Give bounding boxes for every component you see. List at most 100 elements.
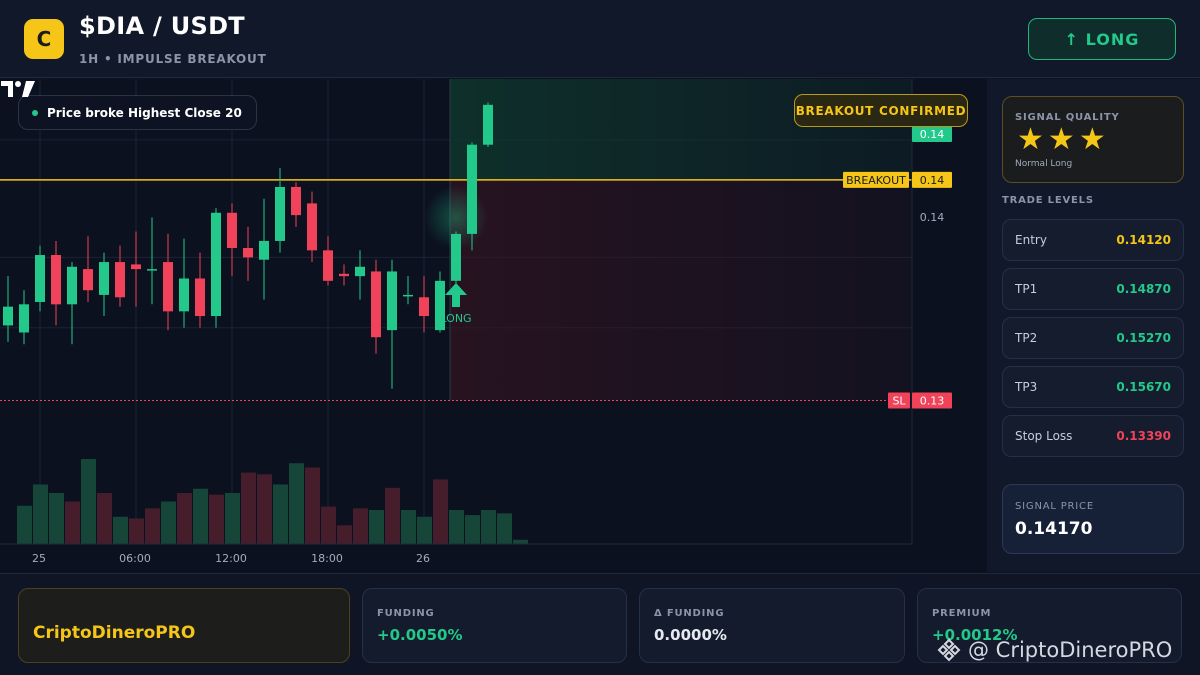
long-marker-label: LONG bbox=[440, 312, 471, 325]
price-axis-label: 0.14 bbox=[920, 211, 945, 224]
time-tick-label: 25 bbox=[32, 552, 46, 565]
volume-bar bbox=[65, 501, 80, 544]
pair-title: $DIA / USDT bbox=[79, 12, 245, 40]
time-tick-label: 06:00 bbox=[119, 552, 151, 565]
trade-level-value: 0.15670 bbox=[1116, 380, 1171, 394]
volume-bar bbox=[449, 510, 464, 544]
candle-body bbox=[355, 266, 365, 277]
volume-bar bbox=[369, 510, 384, 544]
volume-bar bbox=[209, 494, 224, 544]
volume-bar bbox=[385, 487, 400, 544]
delta-funding-label: Δ FUNDING bbox=[654, 608, 725, 619]
breakout-confirmed-badge: BREAKOUT CONFIRMED bbox=[794, 94, 968, 127]
volume-bar bbox=[257, 474, 272, 544]
footer: CriptoDineroPRO FUNDING +0.0050% Δ FUNDI… bbox=[0, 573, 1200, 675]
volume-bar bbox=[33, 484, 48, 544]
candle-body bbox=[3, 306, 13, 326]
signal-quality-card: SIGNAL QUALITY ★ ★ ★ Normal Long bbox=[1002, 96, 1184, 183]
trade-level-value: 0.13390 bbox=[1116, 429, 1171, 443]
candle-body bbox=[259, 240, 269, 260]
trade-level-name: Stop Loss bbox=[1015, 429, 1073, 443]
quality-stars: ★ ★ ★ bbox=[1017, 123, 1106, 157]
candle-body bbox=[195, 278, 205, 317]
candle-body bbox=[99, 262, 109, 295]
candle-body bbox=[243, 247, 253, 258]
premium-label: PREMIUM bbox=[932, 608, 992, 619]
candle-body bbox=[163, 262, 173, 312]
long-button[interactable]: ↑ LONG bbox=[1028, 18, 1176, 60]
trade-level-name: Entry bbox=[1015, 233, 1047, 247]
header: C $DIA / USDT 1H • IMPULSE BREAKOUT ↑ LO… bbox=[0, 0, 1200, 78]
volume-bar bbox=[113, 516, 128, 544]
risk-zone bbox=[450, 179, 912, 401]
candle-body bbox=[291, 186, 301, 216]
candle-body bbox=[371, 271, 381, 338]
volume-bar bbox=[321, 506, 336, 544]
candle-body bbox=[275, 186, 285, 241]
breakout-note-text: Price broke Highest Close 20 bbox=[47, 105, 242, 120]
candle-body bbox=[451, 233, 461, 281]
candle-body bbox=[147, 269, 157, 271]
price-chart[interactable]: LONG BREAKOUT 0.14 SL 0.13 0.14 0.14 25 06:00 12:… bbox=[0, 79, 986, 572]
watermark: @ CriptoDineroPRO bbox=[936, 637, 1172, 663]
candle-body bbox=[339, 273, 349, 277]
volume-bar bbox=[353, 508, 368, 544]
volume-bar bbox=[401, 510, 416, 544]
volume-bar bbox=[177, 493, 192, 544]
volume-bar bbox=[289, 463, 304, 544]
breakout-price-tag: 0.14 bbox=[920, 174, 945, 187]
candle-body bbox=[115, 262, 125, 298]
volume-bar bbox=[161, 501, 176, 544]
pair-subtitle: 1H • IMPULSE BREAKOUT bbox=[79, 52, 267, 66]
volume-bar bbox=[225, 493, 240, 544]
app-logo: C bbox=[24, 19, 64, 59]
trade-level-name: TP3 bbox=[1015, 380, 1038, 394]
volume-bar bbox=[97, 493, 112, 544]
time-tick-label: 18:00 bbox=[311, 552, 343, 565]
tradingview-logo-icon bbox=[1, 81, 35, 97]
volume-bar bbox=[417, 516, 432, 544]
trade-level-value: 0.14120 bbox=[1116, 233, 1171, 247]
star-icon: ★ bbox=[1047, 122, 1075, 157]
candle-body bbox=[467, 144, 477, 234]
volume-bar bbox=[17, 505, 32, 544]
volume-bar bbox=[513, 539, 528, 544]
current-price-tag: 0.14 bbox=[920, 128, 945, 141]
volume-bar bbox=[145, 508, 160, 544]
trade-level-row: TP3 0.15670 bbox=[1002, 366, 1184, 408]
volume-bar bbox=[481, 510, 496, 544]
candle-body bbox=[51, 255, 61, 305]
candle-body bbox=[227, 212, 237, 248]
candle-body bbox=[307, 203, 317, 251]
status-dot-icon bbox=[32, 109, 38, 116]
candle-body bbox=[419, 297, 429, 317]
volume-bar bbox=[273, 484, 288, 544]
trade-levels-title: TRADE LEVELS bbox=[1002, 195, 1094, 206]
signal-quality-sub: Normal Long bbox=[1015, 159, 1073, 169]
candle-body bbox=[83, 269, 93, 291]
funding-label: FUNDING bbox=[377, 608, 435, 619]
delta-funding-card: Δ FUNDING 0.0000% bbox=[639, 588, 905, 663]
volume-bar bbox=[193, 488, 208, 544]
candlestick-chart[interactable]: LONG BREAKOUT 0.14 SL 0.13 0.14 0.14 25 06:00 12:… bbox=[0, 79, 986, 572]
brand-card: CriptoDineroPRO bbox=[18, 588, 350, 663]
delta-funding-value: 0.0000% bbox=[654, 626, 727, 644]
candle-body bbox=[387, 271, 397, 331]
volume-bar bbox=[465, 515, 480, 544]
candle-body bbox=[323, 250, 333, 281]
funding-value: +0.0050% bbox=[377, 626, 463, 644]
volume-bar bbox=[49, 493, 64, 544]
trade-level-name: TP2 bbox=[1015, 331, 1038, 345]
candle-body bbox=[67, 266, 77, 305]
brand-name: CriptoDineroPRO bbox=[33, 623, 196, 643]
candle-body bbox=[35, 255, 45, 302]
volume-bar bbox=[497, 513, 512, 544]
volume-bar bbox=[305, 467, 320, 544]
trade-level-row: TP2 0.15270 bbox=[1002, 317, 1184, 359]
candle-body bbox=[179, 278, 189, 312]
volume-bar bbox=[433, 479, 448, 544]
signal-price-card: SIGNAL PRICE 0.14170 bbox=[1002, 484, 1184, 554]
signal-panel: SIGNAL QUALITY ★ ★ ★ Normal Long TRADE LEV… bbox=[987, 79, 1200, 572]
candle-body bbox=[211, 212, 221, 317]
sl-price-tag: 0.13 bbox=[920, 395, 945, 408]
